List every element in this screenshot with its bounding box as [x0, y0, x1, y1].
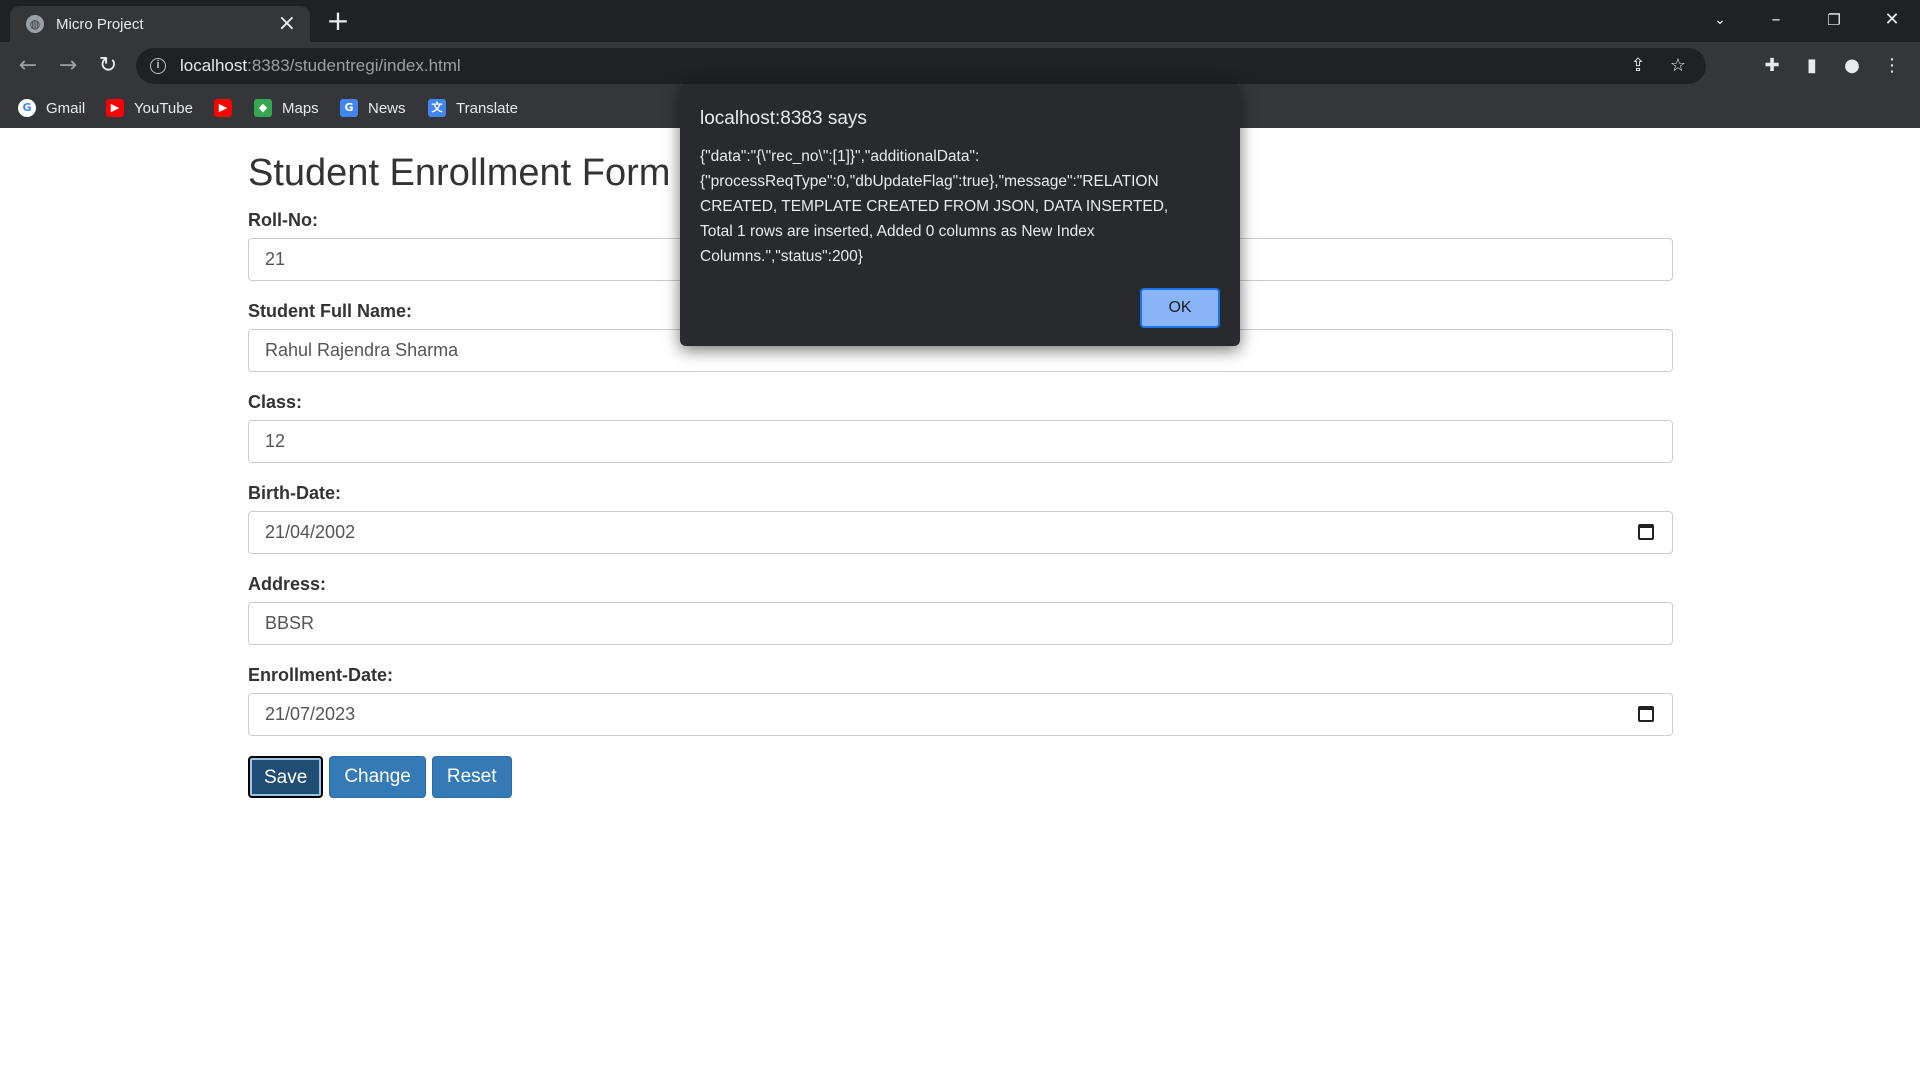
restore-button[interactable]: ❐ [1806, 2, 1862, 38]
bookmark-label: YouTube [134, 99, 193, 117]
birth-date-value: 21/04/2002 [265, 522, 356, 542]
save-button[interactable]: Save [248, 756, 324, 798]
url-path: :8383/studentregi/index.html [247, 56, 461, 75]
address-bar[interactable]: i localhost:8383/studentregi/index.html … [136, 48, 1706, 84]
back-button[interactable]: ← [10, 48, 46, 84]
info-icon[interactable]: i [150, 58, 166, 74]
new-tab-button[interactable]: + [323, 6, 353, 36]
field-enrollment-date: Enrollment-Date: 21/07/2023 [248, 665, 1673, 736]
maps-icon: ◆ [254, 99, 272, 117]
tab-search-icon[interactable]: ⌄ [1692, 2, 1748, 38]
address-label: Address: [248, 574, 327, 594]
bookmark-news[interactable]: G News [340, 96, 406, 120]
browser-tab-strip: ◍ Micro Project × + ⌄ – ❐ ✕ [0, 0, 1920, 42]
field-address: Address: BBSR [248, 574, 1673, 645]
bookmark-youtube-2[interactable]: ▶ [214, 96, 242, 120]
bookmark-label: Maps [282, 99, 319, 117]
calendar-icon[interactable] [1638, 706, 1654, 722]
globe-icon: ◍ [26, 15, 44, 33]
close-window-button[interactable]: ✕ [1864, 2, 1920, 38]
news-icon: G [340, 99, 358, 117]
youtube-icon: ▶ [214, 99, 232, 117]
class-input[interactable]: 12 [248, 420, 1673, 463]
tab-title: Micro Project [56, 15, 144, 33]
calendar-icon[interactable] [1638, 524, 1654, 540]
change-button[interactable]: Change [329, 756, 426, 798]
profile-icon[interactable]: ● [1834, 48, 1870, 84]
tab-close-icon[interactable]: × [278, 13, 296, 35]
minimize-button[interactable]: – [1748, 2, 1804, 38]
bookmark-label: Gmail [46, 99, 86, 117]
translate-icon: 文 [428, 99, 446, 117]
field-class: Class: 12 [248, 392, 1673, 463]
birth-date-input[interactable]: 21/04/2002 [248, 511, 1673, 554]
bookmark-star-icon[interactable]: ☆ [1660, 48, 1696, 84]
bookmark-maps[interactable]: ◆ Maps [254, 96, 319, 120]
reset-button[interactable]: Reset [431, 756, 512, 798]
browser-toolbar: ← → ↻ i localhost:8383/studentregi/index… [0, 42, 1920, 88]
share-icon[interactable]: ⇪ [1620, 48, 1656, 84]
bookmark-gmail[interactable]: G Gmail [18, 96, 85, 120]
class-label: Class: [248, 392, 303, 412]
bookmark-label: News [368, 99, 406, 117]
form-actions: Save Change Reset [248, 756, 1673, 798]
bookmark-label: Translate [456, 99, 518, 117]
ok-button[interactable]: OK [1140, 288, 1220, 328]
extensions-icon[interactable]: ✚ [1754, 48, 1790, 84]
enrollment-date-value: 21/07/2023 [265, 704, 356, 724]
dialog-message: {"data":"{\"rec_no\":[1]}","additionalDa… [700, 148, 1169, 265]
reload-button[interactable]: ↻ [90, 48, 126, 84]
url-host: localhost [180, 56, 248, 75]
enrollment-date-label: Enrollment-Date: [248, 665, 394, 685]
dialog-title: localhost:8383 says [700, 108, 867, 129]
browser-tab[interactable]: ◍ Micro Project × [10, 6, 310, 42]
youtube-icon: ▶ [106, 99, 124, 117]
forward-button[interactable]: → [50, 48, 86, 84]
birth-date-label: Birth-Date: [248, 483, 341, 503]
alert-dialog: localhost:8383 says {"data":"{\"rec_no\"… [680, 84, 1240, 346]
google-icon: G [18, 99, 36, 117]
menu-icon[interactable]: ⋮ [1874, 48, 1910, 84]
enrollment-date-input[interactable]: 21/07/2023 [248, 693, 1673, 736]
bookmark-translate[interactable]: 文 Translate [428, 96, 518, 120]
field-birth-date: Birth-Date: 21/04/2002 [248, 483, 1673, 554]
bookmark-youtube[interactable]: ▶ YouTube [106, 96, 193, 120]
address-input[interactable]: BBSR [248, 602, 1673, 645]
side-panel-icon[interactable]: ▮ [1794, 48, 1830, 84]
